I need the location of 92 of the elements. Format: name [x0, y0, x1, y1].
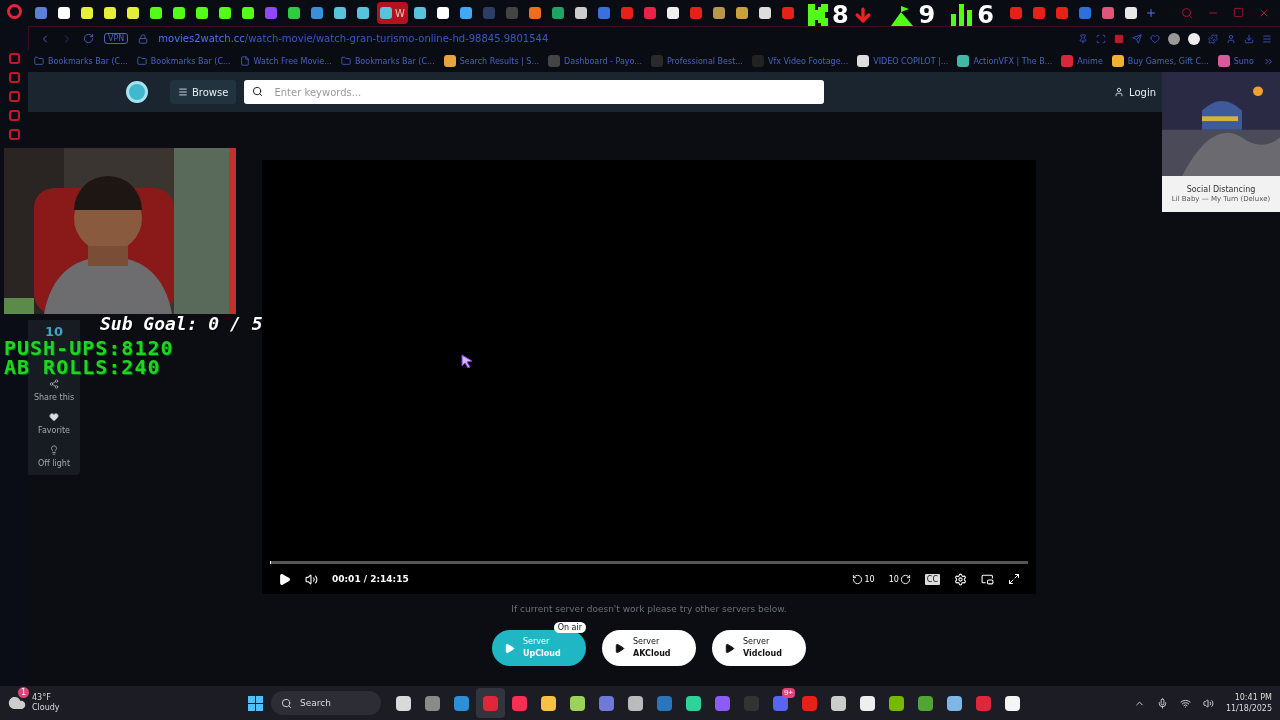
user-icon — [1114, 87, 1124, 97]
sidebar-app-icon[interactable] — [8, 53, 20, 64]
sidebar-app-icon[interactable] — [8, 110, 20, 121]
windows-start-icon[interactable] — [248, 695, 263, 711]
search-icon — [281, 697, 292, 709]
extension-icon[interactable] — [1188, 32, 1200, 45]
page-icon — [239, 56, 250, 66]
bookmark-link[interactable]: Anime — [1061, 55, 1103, 67]
volume-icon[interactable] — [305, 572, 318, 586]
volume-icon[interactable] — [1202, 697, 1214, 709]
bookmark-link[interactable]: Dashboard - Payo... — [548, 55, 642, 67]
sidebar-app-icon[interactable] — [8, 91, 20, 102]
menu-icon — [178, 87, 188, 97]
server-note: If current server doesn't work please try other servers below. — [511, 604, 787, 614]
browser-tab[interactable]: W — [377, 2, 408, 24]
ab-rolls-counter: AB ROLLS:240 — [4, 358, 161, 377]
folder-icon — [34, 56, 44, 66]
play-icon — [504, 642, 515, 654]
taskbar-app[interactable]: 9+ — [766, 688, 795, 718]
new-tab-icon[interactable] — [1145, 7, 1157, 19]
bookmark-link[interactable]: ActionVFX | The B... — [957, 55, 1053, 67]
close-icon[interactable] — [1258, 7, 1270, 19]
notification-badge: 1 — [18, 687, 29, 698]
share-panel-item[interactable]: Share this — [33, 377, 75, 404]
bookmark-link[interactable]: Search Results | S... — [443, 55, 540, 67]
bookmark-link[interactable]: Bookmarks Bar (C... — [34, 56, 128, 66]
lock-icon — [138, 33, 149, 44]
opera-logo-icon[interactable] — [6, 4, 22, 19]
search-icon — [252, 86, 264, 97]
profile-icon[interactable] — [1226, 33, 1236, 44]
weather-condition: Cloudy — [32, 703, 60, 713]
login-link[interactable]: Login — [1114, 86, 1156, 98]
time-display: 00:01 / 2:14:15 — [332, 574, 409, 584]
lightbulb-icon — [49, 445, 59, 455]
bookmark-link[interactable]: Suno — [1217, 55, 1254, 67]
bookmark-link[interactable]: Buy Games, Gift C... — [1111, 55, 1209, 67]
share-icon — [49, 379, 59, 389]
vpn-badge[interactable]: VPN — [104, 33, 129, 44]
microphone-icon[interactable] — [1156, 697, 1168, 709]
extension-icon[interactable] — [1168, 32, 1180, 45]
sidebar-app-icon[interactable] — [8, 72, 20, 83]
rewind-button[interactable]: 10 — [852, 573, 875, 585]
address-field[interactable]: movies2watch.cc/watch-movie/watch-gran-turismo-online-hd-98845.9801544 — [158, 33, 549, 44]
bookmark-link[interactable]: Watch Free Movie... — [239, 56, 332, 66]
flag-icon — [888, 4, 915, 26]
cloud-icon[interactable] — [8, 694, 26, 712]
server-button[interactable]: Server Vidcloud — [712, 630, 806, 666]
forward-button[interactable]: 10 — [888, 573, 911, 585]
taskbar-search[interactable]: Search — [271, 691, 381, 715]
bookmark-link[interactable]: Professional Best... — [650, 55, 743, 67]
share-count: 10 — [44, 324, 64, 339]
settings-icon[interactable] — [954, 572, 967, 586]
bookmark-link[interactable]: Vfx Video Footage... — [751, 55, 849, 67]
play-icon — [724, 642, 735, 654]
folder-icon — [340, 56, 351, 66]
share-panel-item[interactable]: Off light — [37, 443, 71, 470]
cursor-icon — [460, 353, 474, 368]
clock[interactable]: 10:41 PM 11/18/2025 — [1225, 692, 1272, 714]
browse-button[interactable]: Browse — [170, 80, 237, 104]
forward-icon — [899, 573, 911, 585]
wifi-icon[interactable] — [1179, 697, 1191, 709]
progress-track[interactable] — [270, 561, 1028, 564]
pushups-counter: PUSH-UPS:8120 — [4, 339, 174, 358]
temperature: 43°F — [32, 693, 52, 703]
rewind-icon — [852, 573, 864, 585]
reload-icon[interactable] — [83, 33, 94, 44]
on-air-badge: On air — [553, 622, 586, 633]
song-title: Social Distancing — [1186, 185, 1256, 194]
search-field[interactable]: Enter keywords... — [244, 80, 825, 104]
bookmark-link[interactable]: Bookmarks Bar (C... — [340, 56, 435, 66]
bookmark-link[interactable]: Bookmarks Bar (C... — [136, 56, 231, 66]
play-icon — [614, 642, 625, 654]
captions-button[interactable]: CC — [924, 573, 940, 585]
stream-counter: 8 — [831, 2, 849, 28]
picture-in-picture-icon[interactable] — [981, 572, 994, 586]
server-button[interactable]: Server AKCloud — [602, 630, 696, 666]
fullscreen-icon[interactable] — [1008, 573, 1020, 585]
sub-goal-overlay: Sub Goal: 0 / 5 — [100, 313, 263, 334]
kick-logo-icon — [807, 4, 828, 26]
heart-icon — [49, 412, 59, 422]
site-logo-icon[interactable] — [126, 81, 148, 103]
notification-badge: 9+ — [781, 688, 795, 698]
send-icon[interactable] — [1132, 33, 1142, 44]
server-button[interactable]: Server UpCloud — [492, 630, 586, 666]
bookmark-link[interactable]: VIDEO COPILOT |... — [857, 55, 949, 67]
stream-counter: 6 — [977, 2, 994, 28]
share-panel-item[interactable]: Favorite — [38, 410, 70, 437]
bar-chart-icon — [951, 4, 974, 26]
stream-counter: 9 — [918, 2, 936, 28]
sidebar-app-icon[interactable] — [8, 129, 20, 140]
play-icon[interactable] — [278, 572, 291, 586]
folder-icon — [136, 56, 147, 66]
